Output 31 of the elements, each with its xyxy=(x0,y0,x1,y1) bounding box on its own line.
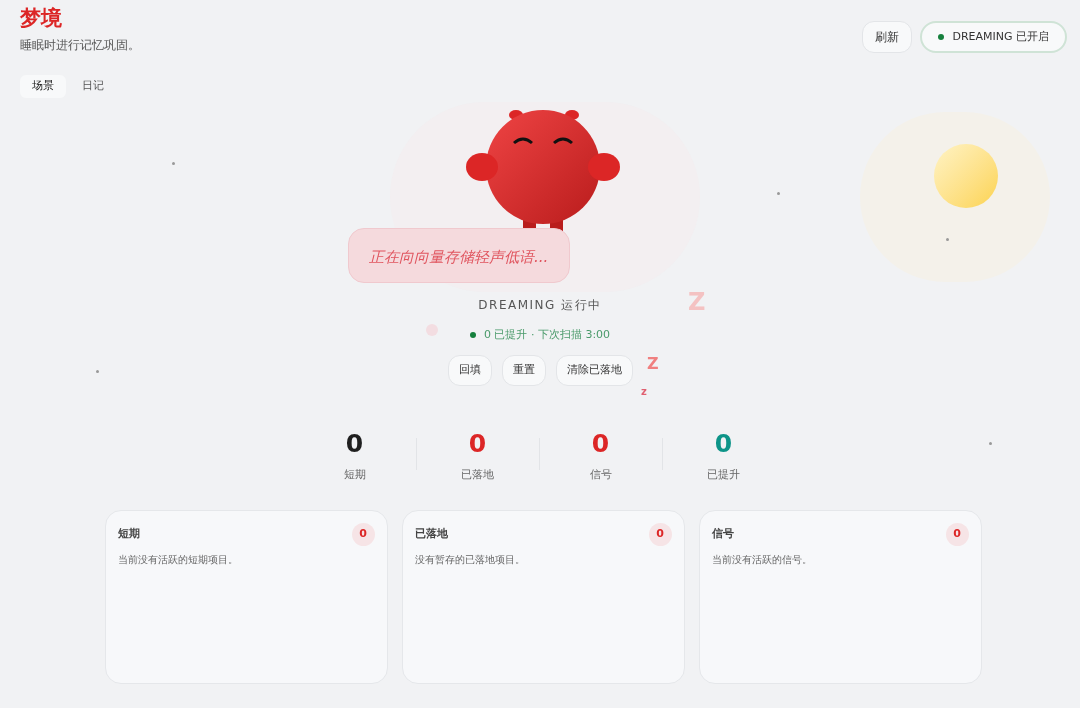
page-subtitle: 睡眠时进行记忆巩固。 xyxy=(20,37,140,54)
stat-label: 已落地 xyxy=(461,467,494,483)
card-title: 已落地 xyxy=(414,525,448,542)
status-title: DREAMING 运行中 xyxy=(478,296,602,314)
speech-bubble: 正在向向量存储轻声低语... xyxy=(348,228,570,283)
stat-value: 0 xyxy=(714,428,733,460)
empty-message: 当前没有活跃的短期项目。 xyxy=(117,552,239,567)
empty-message: 没有暂存的已落地项目。 xyxy=(414,552,526,567)
tab[interactable]: 场景 xyxy=(20,75,66,98)
empty-message: 当前没有活跃的信号。 xyxy=(711,552,813,567)
sleep-mark: Z xyxy=(647,353,659,375)
action-button[interactable]: 回填 xyxy=(447,355,492,386)
card-title: 信号 xyxy=(711,525,734,542)
status-pill[interactable]: DREAMING 已开启 xyxy=(920,21,1067,53)
tab[interactable]: 日记 xyxy=(70,75,116,98)
count-badge: 0 xyxy=(648,522,672,546)
count-badge: 0 xyxy=(945,522,969,546)
action-button[interactable]: 清除已落地 xyxy=(555,355,633,386)
stat-value: 0 xyxy=(468,428,487,460)
status-line: 0 已提升 · 下次扫描 3:00 xyxy=(483,326,611,343)
stat-label: 短期 xyxy=(343,467,366,483)
stat-value: 0 xyxy=(345,428,364,460)
stat-value: 0 xyxy=(591,428,610,460)
action-button[interactable]: 重置 xyxy=(501,355,546,386)
sleep-mark: z xyxy=(641,385,647,399)
stat-label: 信号 xyxy=(589,467,612,483)
card-title: 短期 xyxy=(117,525,140,542)
count-badge: 0 xyxy=(351,522,375,546)
page-title: 梦境 xyxy=(20,5,63,32)
refresh-button[interactable]: 刷新 xyxy=(862,21,913,53)
stat-label: 已提升 xyxy=(707,467,740,483)
